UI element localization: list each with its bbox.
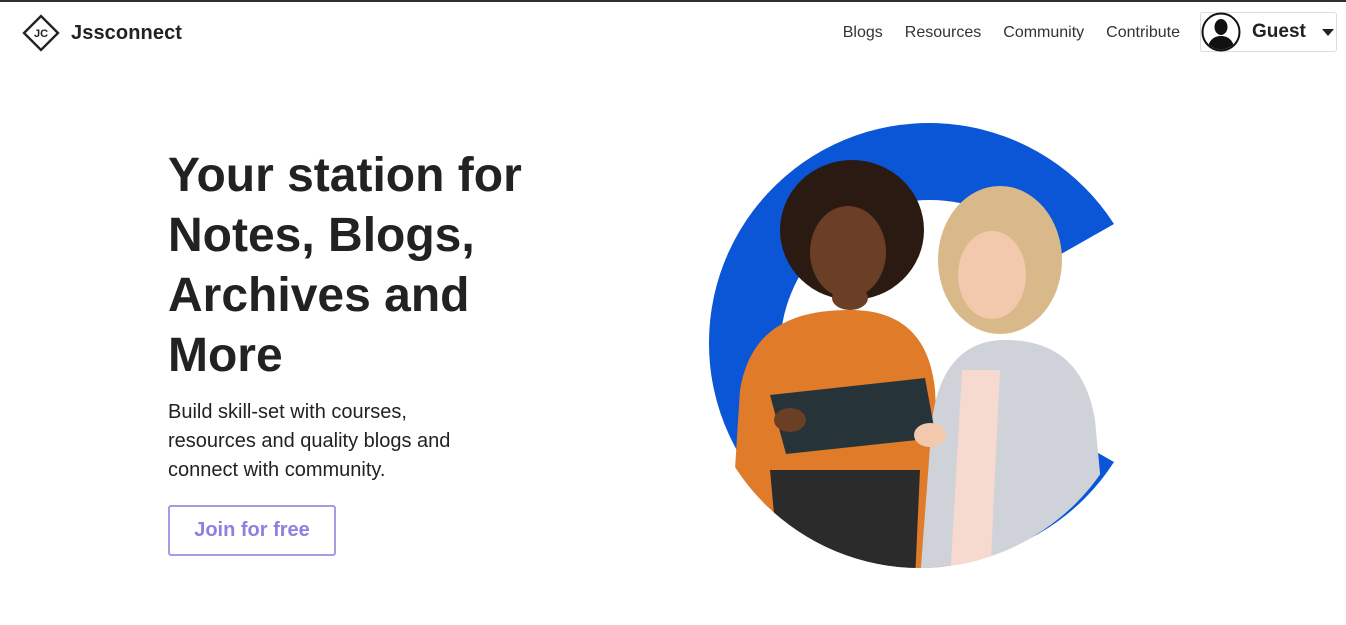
join-for-free-button[interactable]: Join for free	[168, 505, 336, 556]
user-menu-dropdown[interactable]: Guest	[1200, 12, 1337, 52]
main-nav: Blogs Resources Community Contribute	[821, 22, 1180, 44]
caret-down-icon	[1321, 28, 1334, 36]
hero-title: Your station for Notes, Blogs, Archives …	[168, 149, 522, 382]
user-silhouette-icon	[1201, 12, 1241, 52]
top-navbar: JC Jssconnect Blogs Resources Community …	[0, 2, 1346, 64]
user-name: Guest	[1252, 21, 1306, 42]
nav-link-resources[interactable]: Resources	[905, 22, 981, 44]
svg-text:JC: JC	[34, 28, 48, 40]
jc-logo-icon: JC	[22, 14, 60, 52]
hero-subtitle: Build skill-set with courses, resources …	[168, 401, 451, 481]
nav-link-community[interactable]: Community	[1003, 22, 1084, 44]
hero-illustration	[708, 123, 1114, 568]
nav-link-blogs[interactable]: Blogs	[843, 22, 883, 44]
brand-name: Jssconnect	[71, 21, 183, 44]
nav-link-contribute[interactable]: Contribute	[1106, 22, 1180, 44]
person-right-figure	[920, 186, 1110, 568]
brand-home-link[interactable]: JC Jssconnect	[22, 14, 182, 52]
